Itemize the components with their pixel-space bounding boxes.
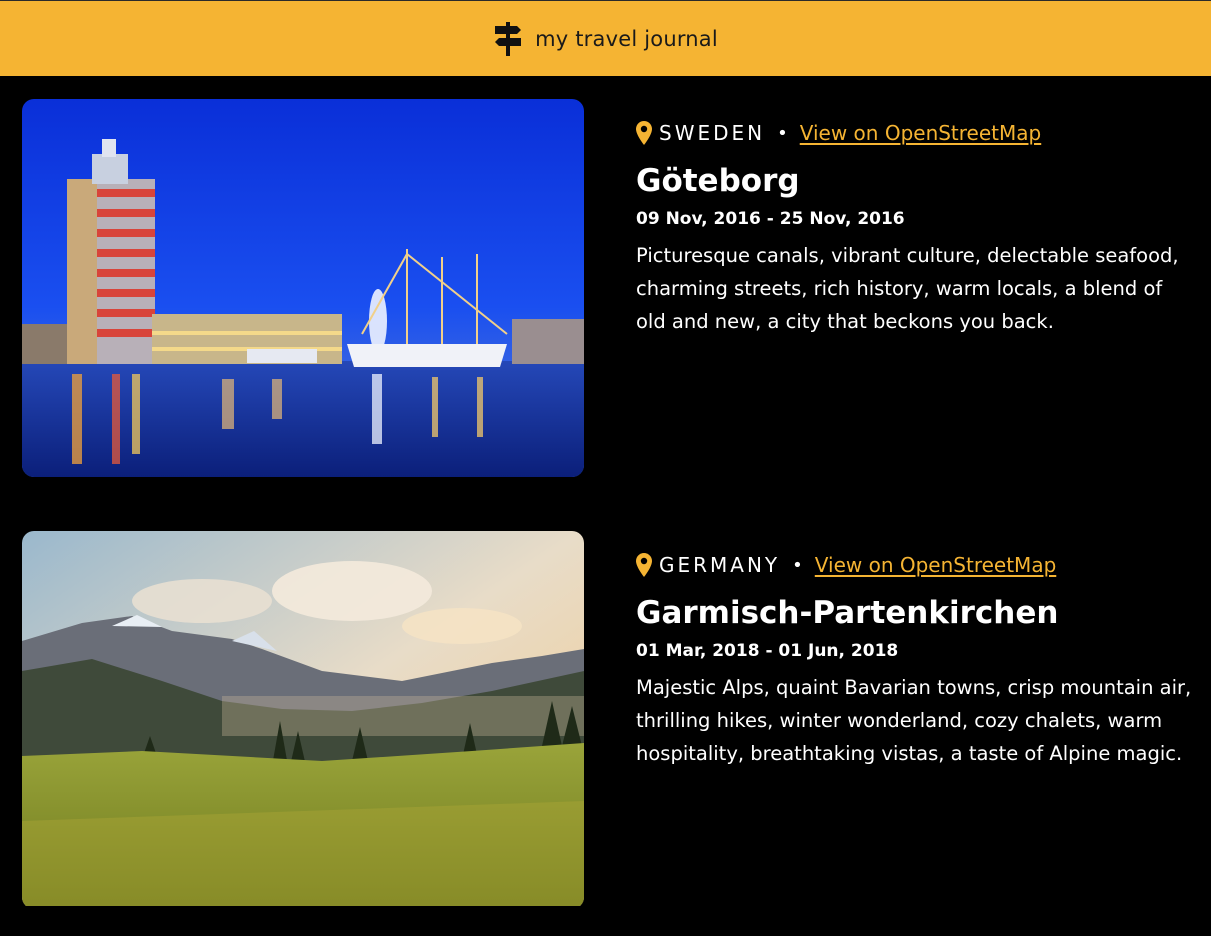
trip-dates: 09 Nov, 2016 - 25 Nov, 2016 bbox=[636, 209, 905, 229]
country-label: GERMANY bbox=[659, 553, 781, 577]
map-pin-icon bbox=[636, 121, 652, 145]
map-pin-icon bbox=[636, 553, 652, 577]
location-line: GERMANY • View on OpenStreetMap bbox=[636, 551, 1196, 579]
separator-dot: • bbox=[792, 554, 803, 576]
openstreetmap-link[interactable]: View on OpenStreetMap bbox=[800, 121, 1041, 145]
place-title: Garmisch-Partenkirchen bbox=[636, 595, 1059, 631]
signpost-icon bbox=[493, 21, 523, 56]
alps-meadow-photo bbox=[22, 531, 584, 909]
place-title: Göteborg bbox=[636, 163, 800, 199]
trip-description: Majestic Alps, quaint Bavarian towns, cr… bbox=[636, 676, 1192, 765]
location-line: SWEDEN • View on OpenStreetMap bbox=[636, 119, 1196, 147]
trip-description: Picturesque canals, vibrant culture, del… bbox=[636, 244, 1179, 333]
trip-dates: 01 Mar, 2018 - 01 Jun, 2018 bbox=[636, 641, 899, 661]
openstreetmap-link[interactable]: View on OpenStreetMap bbox=[815, 553, 1056, 577]
app-title: my travel journal bbox=[535, 26, 718, 51]
top-bar: my travel journal bbox=[0, 0, 1211, 76]
goteborg-harbor-photo bbox=[22, 99, 584, 477]
entry-info: GERMANY • View on OpenStreetMap Garmisch… bbox=[636, 551, 1196, 770]
country-label: SWEDEN bbox=[659, 121, 766, 145]
entry-info: SWEDEN • View on OpenStreetMap Göteborg … bbox=[636, 119, 1196, 338]
separator-dot: • bbox=[777, 122, 788, 144]
